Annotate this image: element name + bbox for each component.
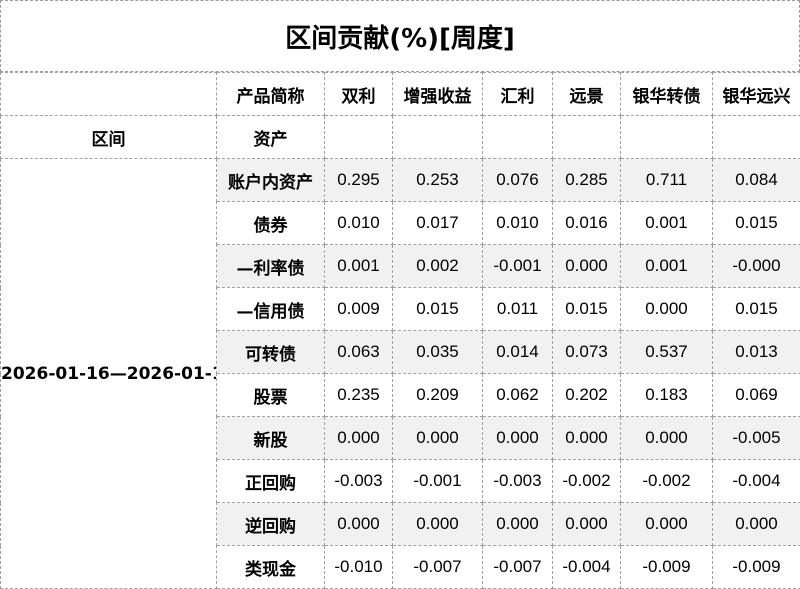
- asset-name-cell: 股票: [217, 374, 325, 417]
- value-cell: -0.003: [325, 460, 393, 503]
- value-cell: 0.183: [621, 374, 713, 417]
- value-cell: 0.000: [483, 503, 553, 546]
- value-cell: 0.014: [483, 331, 553, 374]
- value-cell: 0.069: [713, 374, 800, 417]
- header-empty-cell: [1, 73, 217, 116]
- product-header: 增强收益: [393, 73, 483, 116]
- value-cell: 0.062: [483, 374, 553, 417]
- asset-name-cell: 债券: [217, 202, 325, 245]
- header-blank-cell: [621, 116, 713, 159]
- asset-name-cell: 账户内资产: [217, 159, 325, 202]
- value-cell: 0.015: [713, 202, 800, 245]
- product-header: 双利: [325, 73, 393, 116]
- value-cell: 0.000: [621, 417, 713, 460]
- value-cell: -0.002: [553, 460, 621, 503]
- value-cell: 0.000: [393, 503, 483, 546]
- value-cell: -0.001: [393, 460, 483, 503]
- value-cell: -0.007: [483, 546, 553, 589]
- value-cell: 0.000: [325, 503, 393, 546]
- product-header: 银华远兴: [713, 73, 800, 116]
- header-blank-cell: [483, 116, 553, 159]
- value-cell: 0.000: [713, 503, 800, 546]
- value-cell: 0.000: [483, 417, 553, 460]
- table-title: 区间贡献(%)[周度]: [0, 0, 800, 72]
- value-cell: 0.035: [393, 331, 483, 374]
- header-blank-cell: [393, 116, 483, 159]
- table-row: 2026-01-16—2026-01-19账户内资产0.2950.2530.07…: [1, 159, 800, 202]
- value-cell: -0.001: [483, 245, 553, 288]
- value-cell: 0.295: [325, 159, 393, 202]
- product-header: 汇利: [483, 73, 553, 116]
- value-cell: 0.000: [553, 245, 621, 288]
- value-cell: 0.011: [483, 288, 553, 331]
- value-cell: -0.005: [713, 417, 800, 460]
- asset-name-cell: 新股: [217, 417, 325, 460]
- header-blank-cell: [713, 116, 800, 159]
- value-cell: 0.001: [325, 245, 393, 288]
- value-cell: -0.004: [713, 460, 800, 503]
- value-cell: 0.015: [553, 288, 621, 331]
- contribution-table: 产品简称 双利 增强收益 汇利 远景 银华转债 银华远兴 区间 资产 2026-…: [0, 72, 800, 589]
- value-cell: 0.000: [621, 288, 713, 331]
- asset-name-cell: 正回购: [217, 460, 325, 503]
- value-cell: 0.202: [553, 374, 621, 417]
- header-row-asset: 区间 资产: [1, 116, 800, 159]
- value-cell: -0.010: [325, 546, 393, 589]
- value-cell: 0.285: [553, 159, 621, 202]
- value-cell: -0.002: [621, 460, 713, 503]
- value-cell: 0.235: [325, 374, 393, 417]
- value-cell: 0.084: [713, 159, 800, 202]
- period-range-cell: 2026-01-16—2026-01-19: [1, 159, 217, 589]
- asset-name-cell: 类现金: [217, 546, 325, 589]
- value-cell: 0.076: [483, 159, 553, 202]
- header-row-products: 产品简称 双利 增强收益 汇利 远景 银华转债 银华远兴: [1, 73, 800, 116]
- value-cell: 0.010: [483, 202, 553, 245]
- value-cell: 0.000: [621, 503, 713, 546]
- value-cell: -0.009: [713, 546, 800, 589]
- value-cell: 0.000: [553, 503, 621, 546]
- asset-name-cell: —利率债: [217, 245, 325, 288]
- value-cell: 0.063: [325, 331, 393, 374]
- value-cell: 0.000: [393, 417, 483, 460]
- value-cell: 0.537: [621, 331, 713, 374]
- value-cell: 0.017: [393, 202, 483, 245]
- product-header: 银华转债: [621, 73, 713, 116]
- value-cell: 0.711: [621, 159, 713, 202]
- value-cell: -0.000: [713, 245, 800, 288]
- value-cell: -0.009: [621, 546, 713, 589]
- value-cell: 0.016: [553, 202, 621, 245]
- asset-name-cell: 逆回购: [217, 503, 325, 546]
- asset-name-cell: 可转债: [217, 331, 325, 374]
- product-header: 远景: [553, 73, 621, 116]
- value-cell: 0.009: [325, 288, 393, 331]
- value-cell: 0.000: [553, 417, 621, 460]
- value-cell: 0.209: [393, 374, 483, 417]
- value-cell: 0.015: [393, 288, 483, 331]
- header-blank-cell: [325, 116, 393, 159]
- asset-name-cell: —信用债: [217, 288, 325, 331]
- value-cell: -0.007: [393, 546, 483, 589]
- range-header: 区间: [1, 116, 217, 159]
- value-cell: 0.015: [713, 288, 800, 331]
- header-blank-cell: [553, 116, 621, 159]
- value-cell: 0.073: [553, 331, 621, 374]
- value-cell: 0.002: [393, 245, 483, 288]
- value-cell: 0.253: [393, 159, 483, 202]
- value-cell: 0.000: [325, 417, 393, 460]
- value-cell: 0.001: [621, 245, 713, 288]
- value-cell: 0.001: [621, 202, 713, 245]
- value-cell: 0.010: [325, 202, 393, 245]
- asset-header: 资产: [217, 116, 325, 159]
- header-product-label: 产品简称: [217, 73, 325, 116]
- value-cell: 0.013: [713, 331, 800, 374]
- value-cell: -0.004: [553, 546, 621, 589]
- value-cell: -0.003: [483, 460, 553, 503]
